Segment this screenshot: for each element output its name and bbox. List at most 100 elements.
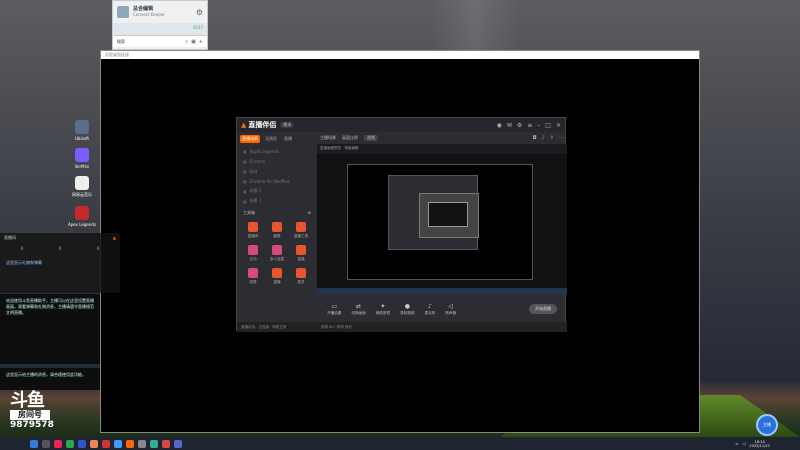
add-circle-icon[interactable]: ⊕ <box>308 210 311 216</box>
source-item[interactable]: ◎ Edit <box>237 166 317 176</box>
tool-icon <box>296 268 306 278</box>
search-icon[interactable]: ⌕ <box>185 39 188 45</box>
floating-assistant-button[interactable]: 主播 <box>756 414 778 436</box>
desktop-icon-apex[interactable]: Apex Legends <box>64 206 100 227</box>
source-item[interactable]: ◎ Chrome <box>237 156 317 166</box>
desktop-icon-ubisoft[interactable]: Ubisoft <box>64 120 100 141</box>
clock-date: 2023/11/21 <box>749 443 770 448</box>
network-icon[interactable]: ⌂ <box>736 441 739 446</box>
control-button[interactable]: ⇄ 切换画面 <box>351 303 365 316</box>
stream-preview[interactable]: 直播画面预览 · 场景编辑 <box>317 144 567 294</box>
mail-icon[interactable]: ✉ <box>507 122 512 129</box>
minimize-icon[interactable]: – <box>537 122 540 129</box>
remote-titlebar[interactable]: 远程桌面连接 <box>101 51 699 59</box>
tool-icon <box>272 268 282 278</box>
room-label: 房间号 <box>10 410 50 420</box>
desktop-icon-label: VerMini <box>74 164 90 169</box>
apex-icon <box>75 206 89 220</box>
app-icon[interactable] <box>78 439 86 448</box>
go-live-button[interactable]: 开始直播 <box>529 304 557 314</box>
subtab-ratio[interactable]: 画面比例 <box>342 135 358 141</box>
app-logo-text: 直播伴侣 <box>248 121 277 129</box>
control-button[interactable]: ● 录制视频 <box>400 303 414 316</box>
app-icon[interactable] <box>54 439 62 448</box>
app-icon[interactable] <box>162 439 170 448</box>
flame-icon: ▲ <box>241 121 247 129</box>
source-item[interactable]: ◎ 场景 1 <box>237 186 317 196</box>
tool-icon <box>296 222 306 232</box>
tool-item[interactable]: 投屏 <box>241 268 265 285</box>
desktop-icon-label: 网易云音乐 <box>72 192 92 197</box>
tool-item[interactable]: 更多 <box>289 268 313 285</box>
panel-title: 直播间 <box>4 235 16 240</box>
tool-item[interactable]: 多人连麦 <box>265 245 289 262</box>
version-badge[interactable]: 版本 <box>280 122 295 128</box>
douyu-app-icon[interactable] <box>126 439 134 448</box>
close-icon[interactable]: × <box>556 122 561 129</box>
tool-item[interactable]: 直播 <box>289 245 313 262</box>
nested-taskbar <box>317 288 567 294</box>
tool-item[interactable]: 截屏 <box>265 222 289 239</box>
app-logo: ▲ 直播伴侣 <box>241 120 276 130</box>
tool-item[interactable]: 直播工具 <box>289 222 313 239</box>
folder-icon[interactable] <box>90 439 98 448</box>
desktop-icon-vermini[interactable]: VerMini <box>64 148 100 169</box>
chat-popup[interactable]: 总合编辑 Connect Keeper ⚙ 0037 搜索 ⌕ ▣ + <box>112 0 208 50</box>
settings-icon[interactable]: ⚙ <box>517 122 522 129</box>
popup-badge: 0037 <box>113 23 207 35</box>
tab-scene[interactable]: 直播场景 <box>240 135 260 143</box>
wechat-icon[interactable] <box>66 439 74 448</box>
control-button[interactable]: ✦ 美颜滤镜 <box>376 303 390 316</box>
popup-search-input[interactable]: 搜索 <box>117 39 125 45</box>
source-item[interactable]: ◎ 场景 2 <box>237 196 317 206</box>
app-icon[interactable] <box>138 439 146 448</box>
more-icon[interactable]: ⋯ <box>559 135 564 141</box>
mic-icon[interactable]: ♪ <box>542 135 545 141</box>
gear-icon[interactable]: ⚙ <box>196 8 203 17</box>
tool-item[interactable]: 直播 <box>265 268 289 285</box>
volume-icon[interactable]: ◁ <box>742 441 745 446</box>
switch-icon: ⇄ <box>356 302 362 310</box>
fire-icon: ▲ <box>112 235 116 240</box>
app-icon[interactable] <box>150 439 158 448</box>
taskbar: ⌂ ◁ 16:24 2023/11/21 <box>0 437 800 450</box>
nested-mini-screen <box>428 202 468 227</box>
notice-panel: 欢迎使用斗鱼直播助手，主播可以在这里设置直播画面，观看弹幕和礼物消息，主播请遵守… <box>0 294 100 364</box>
subtab-video[interactable]: 视频 <box>364 135 378 141</box>
tool-item[interactable]: 直播间 <box>241 222 265 239</box>
source-item[interactable]: ◎ Chrome for MedPlus <box>237 176 317 186</box>
tool-icon <box>248 268 258 278</box>
tool-icon <box>272 222 282 232</box>
subtab-scene[interactable]: 主播场景 <box>320 135 336 141</box>
control-button[interactable]: ◁ 扬声器 <box>445 303 456 316</box>
control-button[interactable]: ▭ 开播设置 <box>327 303 341 316</box>
maximize-icon[interactable]: □ <box>545 122 551 129</box>
record-icon: ● <box>404 302 410 310</box>
camera-icon[interactable]: ◘ <box>533 135 537 141</box>
windows-icon[interactable] <box>30 439 38 448</box>
image-icon[interactable]: ▣ <box>191 39 196 45</box>
control-bar: ▭ 开播设置 ⇄ 切换画面 ✦ 美颜滤镜 ● 录制视频 ♪ 麦克风 ◁ 扬声器 开始直播 <box>317 298 567 320</box>
tab-cast[interactable]: 无线投 <box>263 135 279 143</box>
app-icon[interactable] <box>174 439 182 448</box>
avatar <box>117 6 129 18</box>
clock[interactable]: 16:24 2023/11/21 <box>749 440 770 448</box>
search-icon[interactable] <box>42 439 50 448</box>
avatar-icon[interactable]: ◉ <box>497 122 502 129</box>
control-button[interactable]: ♪ 麦克风 <box>425 303 436 316</box>
browser-icon[interactable] <box>114 439 122 448</box>
add-icon[interactable]: + <box>199 39 203 45</box>
menu-icon[interactable]: ≡ <box>527 122 532 129</box>
app-icon[interactable] <box>102 439 110 448</box>
nested-mini-window <box>419 193 479 238</box>
gift-message: 这里显示礼物和弹幕 <box>6 260 42 265</box>
share-icon[interactable]: ⇪ <box>550 135 554 141</box>
nested-preview-window <box>347 164 533 280</box>
tool-icon <box>296 245 306 255</box>
tab-live[interactable]: 直播 <box>282 135 294 143</box>
source-item[interactable]: ◎ Xsplit Legends <box>237 146 317 156</box>
streaming-app-window[interactable]: ▲ 直播伴侣 版本 ◉ ✉ ⚙ ≡ – □ × 直播场景 无线投 直播 ◎ Xspl… <box>236 117 567 332</box>
desktop-icon-music[interactable]: 网易云音乐 <box>64 176 100 198</box>
tool-item[interactable]: 互动 <box>241 245 265 262</box>
preview-bar: 直播画面预览 · 场景编辑 <box>317 144 567 154</box>
